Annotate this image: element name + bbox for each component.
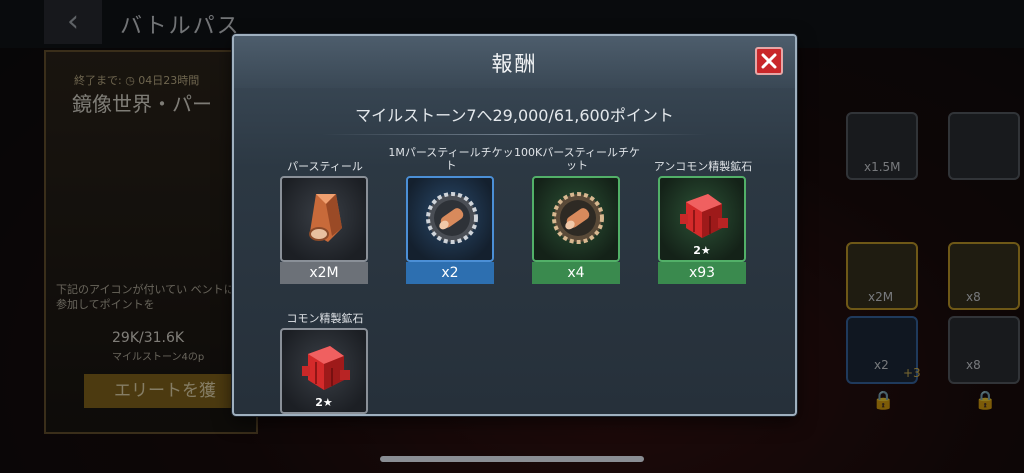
rewards-modal: 報酬 マイルストーン7へ29,000/61,600ポイント パースティール x2…	[232, 34, 797, 416]
reward-icon-frame	[406, 176, 494, 262]
reward-quantity: x2M	[280, 262, 368, 284]
star-rating: 2★	[315, 396, 333, 409]
reward-quantity: x93	[658, 262, 746, 284]
reward-name: パースティール	[287, 160, 363, 173]
reward-name: 1Mパースティールチケット	[388, 146, 514, 172]
reward-quantity: x4	[532, 262, 620, 284]
steel-bar-icon	[309, 194, 342, 242]
reward-icon-frame	[280, 176, 368, 262]
home-indicator[interactable]	[380, 456, 644, 462]
reward-icon-frame: 2★	[280, 328, 368, 414]
refined-ore-icon	[302, 346, 350, 390]
refined-ore-icon	[680, 194, 728, 238]
milestone-progress: マイルストーン7へ29,000/61,600ポイント	[355, 106, 674, 125]
steel-ticket-icon	[426, 192, 478, 244]
modal-title: 報酬	[491, 52, 538, 76]
close-button[interactable]	[755, 47, 783, 75]
divider	[322, 134, 707, 135]
close-icon	[761, 53, 777, 69]
steel-ticket-icon	[552, 192, 604, 244]
reward-quantity: x2	[406, 262, 494, 284]
reward-name: 100Kパースティールチケット	[514, 146, 640, 172]
star-rating: 2★	[693, 244, 711, 257]
reward-name: コモン精製鉱石	[286, 312, 364, 325]
reward-name: アンコモン精製鉱石	[653, 160, 753, 173]
reward-icon-frame	[532, 176, 620, 262]
reward-icon-frame: 2★	[658, 176, 746, 262]
